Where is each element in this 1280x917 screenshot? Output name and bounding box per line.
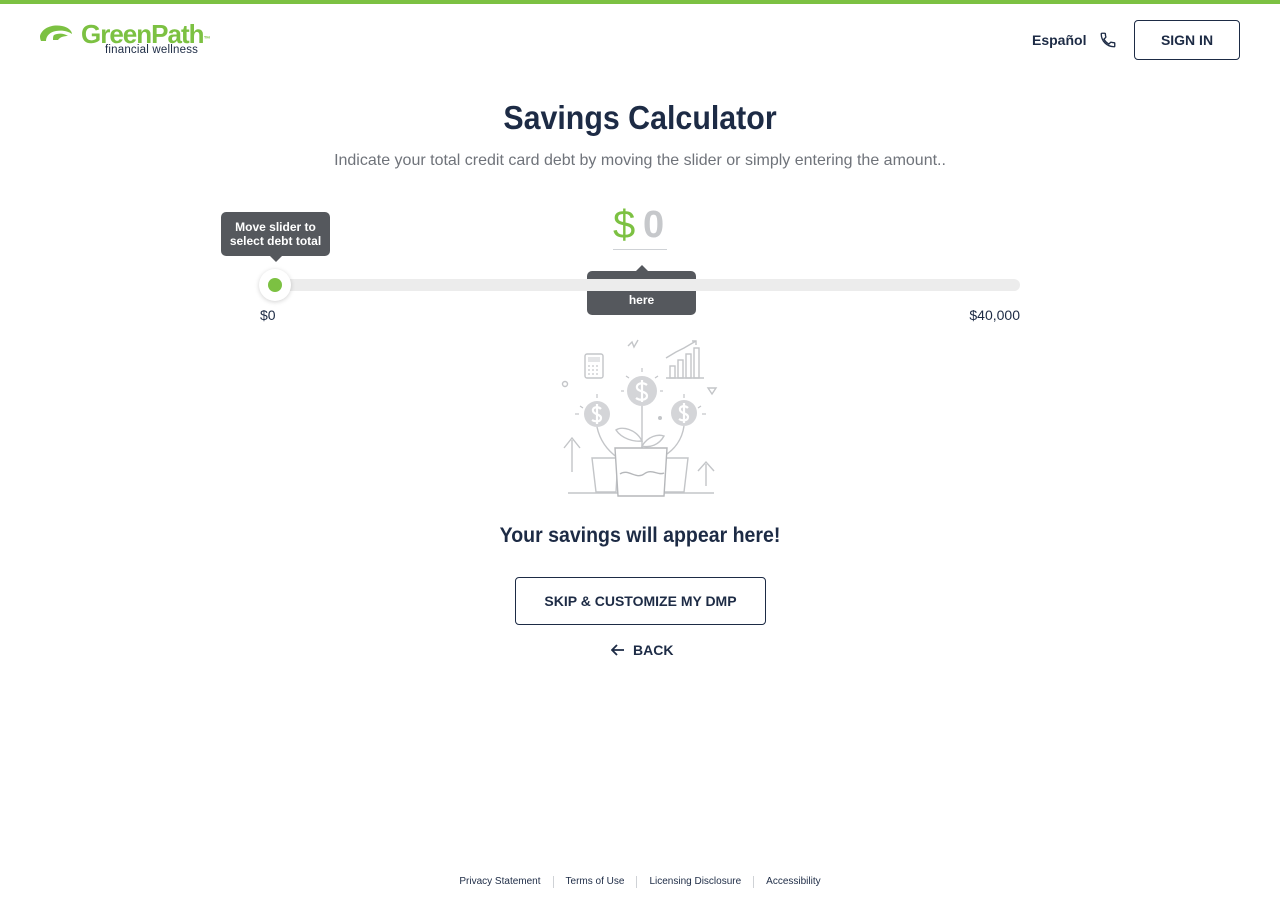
arrow-left-icon bbox=[611, 644, 624, 656]
greenpath-logo[interactable]: GreenPath™ financial wellness bbox=[38, 20, 211, 60]
page-subtitle: Indicate your total credit card debt by … bbox=[334, 152, 946, 169]
slider-min-label: $0 bbox=[260, 307, 276, 323]
slider-tooltip: Move slider to select debt total bbox=[221, 212, 330, 262]
currency-symbol: $ bbox=[613, 203, 636, 247]
debt-slider-handle[interactable] bbox=[259, 269, 291, 301]
phone-icon[interactable] bbox=[1099, 31, 1117, 49]
skip-customize-dmp-button[interactable]: SKIP & CUSTOMIZE MY DMP bbox=[515, 577, 766, 625]
footer-link-terms[interactable]: Terms of Use bbox=[552, 876, 637, 888]
page-title: Savings Calculator bbox=[503, 99, 777, 136]
footer-link-privacy[interactable]: Privacy Statement bbox=[447, 876, 552, 888]
debt-slider-track[interactable] bbox=[260, 279, 1020, 291]
footer-link-accessibility[interactable]: Accessibility bbox=[753, 876, 832, 888]
back-link[interactable]: BACK bbox=[611, 641, 673, 659]
language-link[interactable]: Español bbox=[1032, 32, 1086, 48]
savings-message: Your savings will appear here! bbox=[499, 524, 781, 547]
footer-link-licensing[interactable]: Licensing Disclosure bbox=[636, 876, 753, 888]
back-link-label: BACK bbox=[633, 642, 674, 658]
footer-links: Privacy Statement Terms of Use Licensing… bbox=[0, 876, 1280, 888]
top-accent-bar bbox=[0, 0, 1280, 4]
input-tooltip: Enter debt total here bbox=[587, 265, 696, 315]
debt-amount-input[interactable] bbox=[643, 202, 669, 248]
debt-amount-field[interactable]: $ bbox=[613, 202, 669, 250]
logo-tagline: financial wellness bbox=[105, 44, 199, 56]
logo-mark-icon bbox=[40, 25, 72, 41]
money-plant-illustration bbox=[561, 339, 718, 497]
sign-in-button[interactable]: SIGN IN bbox=[1134, 20, 1240, 60]
slider-max-label: $40,000 bbox=[969, 307, 1020, 323]
